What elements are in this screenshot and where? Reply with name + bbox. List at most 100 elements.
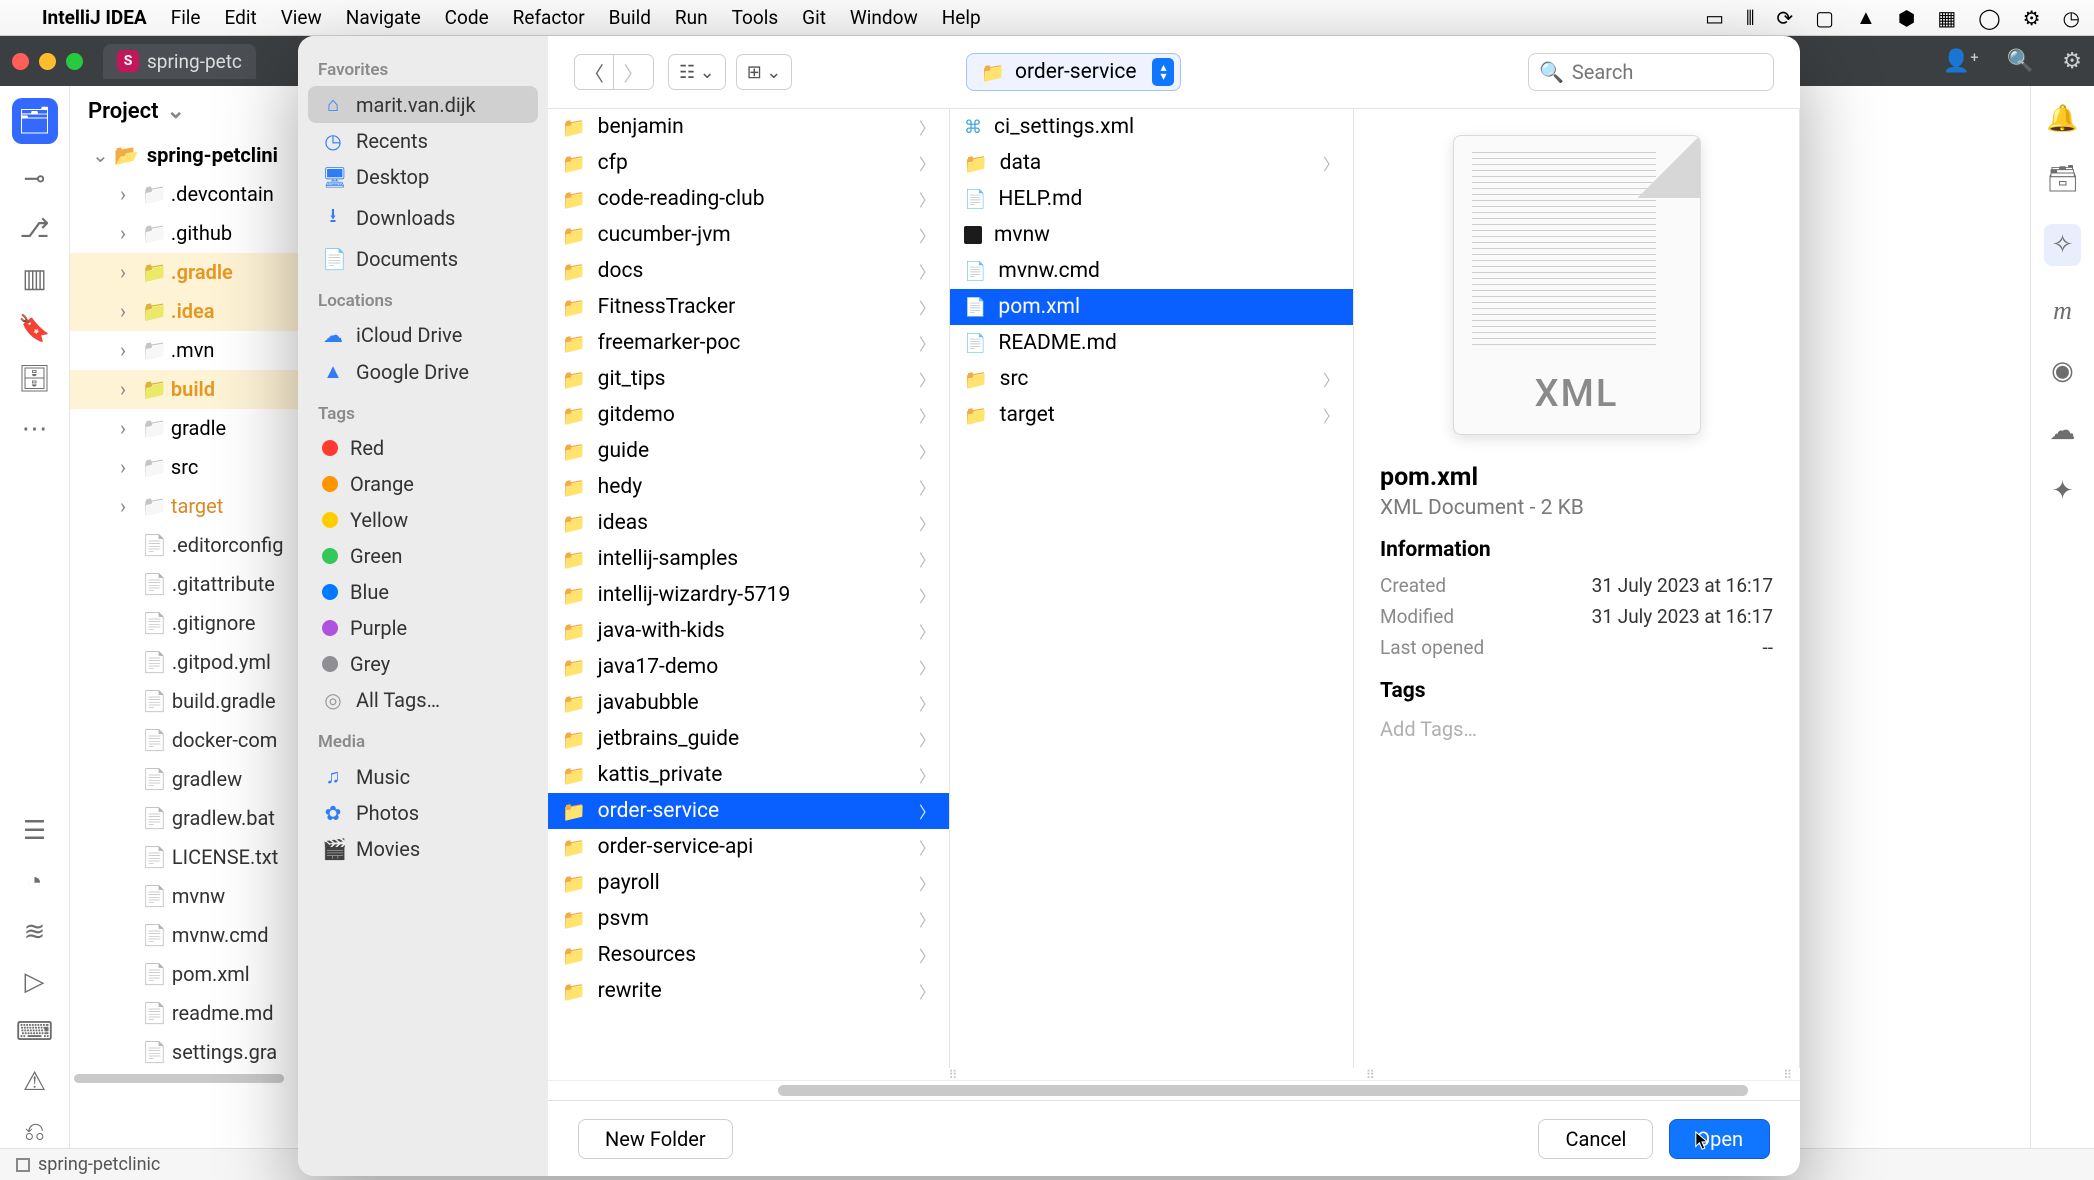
finder-folder-row[interactable]: 📁cucumber-jvm〉 [548, 217, 949, 253]
menu-code[interactable]: Code [445, 6, 489, 29]
status-indicator-icon[interactable] [16, 1158, 30, 1172]
finder-folder-row[interactable]: 📁jetbrains_guide〉 [548, 721, 949, 757]
menu-git[interactable]: Git [802, 6, 826, 29]
finder-folder-row[interactable]: 📁benjamin〉 [548, 109, 949, 145]
ai-assist-icon[interactable]: ✦ [2052, 476, 2074, 506]
finder-folder-row[interactable]: 📁guide〉 [548, 433, 949, 469]
maven-tool-icon[interactable]: m [2053, 296, 2072, 326]
settings-icon[interactable]: ⚙ [2062, 49, 2082, 74]
sidebar-item[interactable]: Grey [308, 646, 538, 682]
gradle-tool-icon[interactable]: ◉ [2051, 356, 2074, 386]
menu-navigate[interactable]: Navigate [346, 6, 421, 29]
finder-file-row[interactable]: 📄README.md [950, 325, 1353, 361]
endpoints-tool-icon[interactable]: ☁ [2050, 416, 2076, 446]
shape-icon[interactable]: ▲ [1856, 5, 1876, 30]
control-icon[interactable]: ⚙ [2023, 6, 2041, 30]
finder-column-2[interactable]: ⌘ci_settings.xml📁data〉📄HELP.mdmvnw📄mvnw.… [950, 109, 1354, 1068]
bookmarks-tool-icon[interactable]: 🔖 [18, 314, 50, 344]
sidebar-item[interactable]: 🖥Desktop [308, 159, 538, 195]
menu-view[interactable]: View [281, 6, 322, 29]
sidebar-item[interactable]: ◷Recents [308, 123, 538, 159]
notifications-icon[interactable]: 🔔 [2046, 104, 2078, 134]
path-stepper-icon[interactable]: ▴▾ [1152, 58, 1174, 86]
tree-file[interactable]: gradlew [70, 760, 309, 799]
app-name[interactable]: IntelliJ IDEA [42, 6, 147, 29]
menu-build[interactable]: Build [609, 6, 651, 29]
menu-edit[interactable]: Edit [225, 6, 257, 29]
tree-file[interactable]: settings.gra [70, 1033, 309, 1072]
project-tree[interactable]: ⌄📂 spring-petclini›.devcontain›.github›.… [70, 136, 309, 1072]
status-project[interactable]: spring-petclinic [38, 1154, 160, 1175]
vcs-tool-icon[interactable]: ⎇ [20, 214, 50, 244]
problems-tool-icon[interactable]: ⚠ [23, 1067, 46, 1097]
finder-folder-row[interactable]: 📁Resources〉 [548, 937, 949, 973]
tree-folder[interactable]: ›.mvn [70, 331, 309, 370]
profiler-tool-icon[interactable]: ◔ [27, 866, 43, 897]
tree-file[interactable]: mvnw.cmd [70, 916, 309, 955]
tree-file[interactable]: .gitpod.yml [70, 643, 309, 682]
sync-icon[interactable]: ⟳ [1776, 6, 1793, 30]
finder-folder-row[interactable]: 📁order-service〉 [548, 793, 949, 829]
project-tool-icon[interactable]: 🗂 [12, 98, 58, 144]
tree-file[interactable]: .gitignore [70, 604, 309, 643]
finder-folder-row[interactable]: 📁target〉 [950, 397, 1353, 433]
clock-icon[interactable]: ◷ [2063, 6, 2080, 30]
sidebar-item[interactable]: Yellow [308, 502, 538, 538]
database-tool-icon[interactable]: 🗃 [2046, 164, 2079, 194]
services-tool-icon[interactable]: ≋ [24, 917, 46, 947]
sidebar-item[interactable]: Green [308, 538, 538, 574]
terminal-tool-icon[interactable]: ⌨ [16, 1017, 54, 1047]
camera-icon[interactable]: ▢ [1815, 6, 1834, 30]
sidebar-item[interactable]: ☁iCloud Drive [308, 317, 538, 353]
tree-file[interactable]: gradlew.bat [70, 799, 309, 838]
finder-folder-row[interactable]: 📁gitdemo〉 [548, 397, 949, 433]
sidebar-item[interactable]: ♫Music [308, 758, 538, 795]
sidebar-item[interactable]: 📄Documents [308, 241, 538, 277]
tree-folder[interactable]: ›.gradle [70, 253, 309, 292]
tree-folder[interactable]: ›.devcontain [70, 175, 309, 214]
finder-folder-row[interactable]: 📁data〉 [950, 145, 1353, 181]
editor-tab[interactable]: S spring-petc [103, 44, 256, 79]
view-columns-button[interactable]: ☷ ⌄ [668, 54, 726, 90]
finder-file-row[interactable]: 📄mvnw.cmd [950, 253, 1353, 289]
tree-folder[interactable]: ›target [70, 487, 309, 526]
zoom-window-icon[interactable] [66, 53, 83, 70]
finder-hscrollbar[interactable] [548, 1080, 1800, 1100]
tree-folder[interactable]: ›.idea [70, 292, 309, 331]
sidebar-item[interactable]: Orange [308, 466, 538, 502]
menu-file[interactable]: File [171, 6, 201, 29]
structure-tool-icon[interactable]: ▥ [22, 264, 47, 294]
commit-tool-icon[interactable]: ⊸ [24, 164, 46, 194]
tree-file[interactable]: docker-com [70, 721, 309, 760]
tree-file[interactable]: pom.xml [70, 955, 309, 994]
finder-folder-row[interactable]: 📁docs〉 [548, 253, 949, 289]
finder-file-row[interactable]: 📄pom.xml [950, 289, 1353, 325]
tree-file[interactable]: readme.md [70, 994, 309, 1033]
open-button[interactable]: Open [1669, 1119, 1770, 1159]
sidebar-item[interactable]: ⌂marit.van.dijk [308, 86, 538, 123]
menu-help[interactable]: Help [942, 6, 981, 29]
new-folder-button[interactable]: New Folder [578, 1119, 733, 1159]
tree-root[interactable]: ⌄📂 spring-petclini [70, 136, 309, 175]
finder-folder-row[interactable]: 📁freemarker-poc〉 [548, 325, 949, 361]
run-tool-icon[interactable]: ▷ [25, 967, 45, 997]
finder-column-1[interactable]: 📁benjamin〉📁cfp〉📁code-reading-club〉📁cucum… [548, 109, 950, 1068]
nav-back-button[interactable]: 〈 [574, 54, 614, 90]
menu-window[interactable]: Window [850, 6, 918, 29]
minimize-window-icon[interactable] [39, 53, 56, 70]
search-everywhere-icon[interactable]: 🔍 [2007, 49, 2034, 74]
view-group-button[interactable]: ⊞ ⌄ [736, 54, 793, 90]
tree-file[interactable]: .gitattribute [70, 565, 309, 604]
menu-tools[interactable]: Tools [732, 6, 779, 29]
sidebar-item[interactable]: Purple [308, 610, 538, 646]
tree-file[interactable]: LICENSE.txt [70, 838, 309, 877]
nav-forward-button[interactable]: 〉 [614, 54, 654, 90]
sidebar-item[interactable]: Blue [308, 574, 538, 610]
finder-folder-row[interactable]: 📁rewrite〉 [548, 973, 949, 1009]
git-tool-icon[interactable]: ⎌ [24, 1117, 45, 1148]
persistence-tool-icon[interactable]: 🗄 [18, 364, 51, 394]
tree-hscrollbar[interactable] [70, 1072, 309, 1086]
battery-icon[interactable]: ▭ [1705, 6, 1724, 30]
cancel-button[interactable]: Cancel [1538, 1119, 1653, 1159]
ai-tool-icon[interactable]: ✧ [2044, 224, 2082, 266]
